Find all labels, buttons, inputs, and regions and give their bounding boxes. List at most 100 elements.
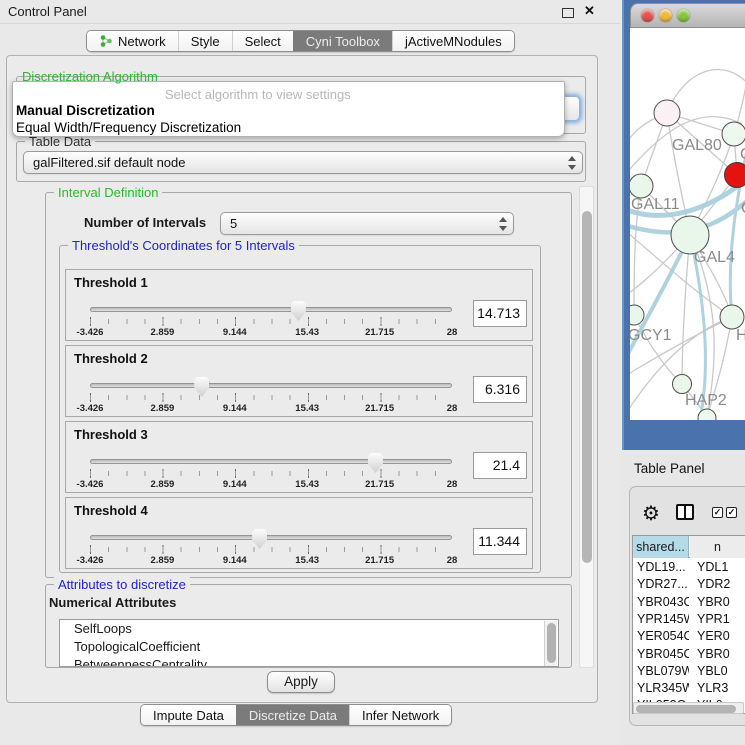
table-row[interactable]: YBR045CYBR0	[633, 646, 745, 663]
table-data-group: Table Data galFiltered.sif default node	[16, 141, 586, 182]
table-horizontal-scrollbar[interactable]	[633, 702, 744, 714]
slider-track[interactable]	[90, 459, 452, 464]
network-node-red-selected[interactable]	[725, 163, 745, 188]
cell-name: YLR3	[697, 680, 745, 697]
table-row[interactable]: YDR27...YDR2	[633, 576, 745, 593]
table-row[interactable]: YBR043CYBR0	[633, 594, 745, 611]
cell-name: YDL1	[697, 559, 745, 576]
list-item-betweennesscentrality[interactable]: BetweennessCentrality	[60, 656, 558, 667]
tab-select[interactable]: Select	[232, 31, 293, 51]
tab-impute-data[interactable]: Impute Data	[141, 705, 236, 725]
threshold-3-slider[interactable]: -3.426 2.859 9.144 15.43 21.715 28	[90, 456, 452, 492]
threshold-1-slider[interactable]: -3.426 2.859 9.144 15.43 21.715 28	[90, 304, 452, 340]
node-label-c-partial: C	[741, 200, 745, 217]
slider-track[interactable]	[90, 307, 452, 312]
network-window-titlebar[interactable]	[630, 3, 745, 28]
tab-jactivemnodules-label: jActiveMNodules	[405, 34, 502, 49]
threshold-4-value[interactable]: 11.344	[473, 528, 527, 555]
tick-label: 2.859	[151, 479, 175, 490]
list-scrollbar-thumb[interactable]	[547, 623, 556, 663]
tick-label: 9.144	[223, 555, 247, 566]
tick-label: 15.43	[295, 403, 319, 414]
tab-discretize-data-label: Discretize Data	[249, 708, 337, 723]
list-item-selfloops[interactable]: SelfLoops	[60, 620, 558, 638]
threshold-4-slider[interactable]: -3.426 2.859 9.144 15.43 21.715 28	[90, 532, 452, 568]
column-header-name[interactable]: n	[690, 536, 745, 558]
network-node-gal80[interactable]	[654, 100, 680, 126]
stepper-icon	[498, 217, 506, 231]
threshold-3-value[interactable]: 21.4	[473, 452, 527, 479]
threshold-4-label: Threshold 4	[74, 503, 148, 518]
tab-style[interactable]: Style	[178, 31, 232, 51]
cell-name: YER0	[697, 628, 745, 645]
gear-icon[interactable]: ⚙	[642, 501, 660, 526]
cell-shared-name: YBR043C	[637, 594, 689, 611]
slider-track[interactable]	[90, 535, 452, 540]
tab-discretize-data[interactable]: Discretize Data	[236, 705, 349, 725]
table-row[interactable]: YER054CYER0	[633, 628, 745, 645]
float-window-icon[interactable]	[562, 8, 574, 18]
tab-network-label: Network	[118, 34, 166, 49]
network-canvas[interactable]: GAL80 G C GAL11 GAL4 GCY1 H HAP2	[630, 28, 745, 420]
node-label-gal4: GAL4	[694, 249, 735, 266]
table-row[interactable]: YLR345WYLR3	[633, 680, 745, 697]
network-node-gcy1[interactable]	[630, 305, 644, 325]
network-node-h[interactable]	[720, 305, 744, 329]
interval-definition-group: Interval Definition Number of Intervals …	[45, 192, 572, 578]
dropdown-option-manual-discretization[interactable]: Manual Discretization	[16, 103, 155, 118]
table-horizontal-scrollbar-thumb[interactable]	[636, 705, 736, 713]
table-data-value: galFiltered.sif default node	[33, 155, 185, 170]
zoom-traffic-light[interactable]	[677, 9, 690, 22]
node-attribute-table: shared... n YDL19...YDL1 YDR27...YDR2 YB…	[632, 535, 745, 714]
tick-label: 2.859	[151, 403, 175, 414]
tick-label: 28	[447, 403, 458, 414]
close-icon[interactable]: ✕	[584, 3, 595, 19]
tab-jactivemnodules[interactable]: jActiveMNodules	[392, 31, 514, 51]
table-data-combobox[interactable]: galFiltered.sif default node	[23, 151, 583, 174]
tab-network[interactable]: Network	[87, 31, 178, 51]
checkbox-icon[interactable]: ✓	[726, 507, 737, 518]
node-label-g-partial: G	[740, 146, 745, 163]
threshold-2-value[interactable]: 6.316	[473, 376, 527, 403]
slider-minor-ticks	[90, 395, 453, 400]
threshold-3-panel: Threshold 3 -3.426 2.859 9.144 15.43 21.…	[65, 421, 533, 493]
network-node-hap2[interactable]	[673, 375, 692, 394]
tab-impute-data-label: Impute Data	[153, 708, 224, 723]
threshold-1-panel: Threshold 1 -3.426 2.859 9.144 15.43 21.…	[65, 269, 533, 341]
tab-infer-network[interactable]: Infer Network	[349, 705, 451, 725]
columns-icon[interactable]	[676, 504, 694, 520]
algorithm-dropdown-popup: Select algorithm to view settings Manual…	[12, 81, 565, 137]
cell-shared-name: YDR27...	[637, 576, 689, 593]
threshold-1-value[interactable]: 14.713	[473, 300, 527, 327]
threshold-3-label: Threshold 3	[74, 427, 148, 442]
numerical-attributes-list: SelfLoops TopologicalCoefficient Between…	[59, 619, 559, 667]
network-node-top-right[interactable]	[722, 122, 745, 146]
node-label-hap2: HAP2	[685, 392, 727, 409]
control-panel-title: Control Panel	[8, 4, 87, 19]
apply-button[interactable]: Apply	[267, 671, 335, 693]
tick-label: 28	[447, 555, 458, 566]
table-row[interactable]: YPR145WYPR1	[633, 611, 745, 628]
dropdown-option-equal-width-frequency[interactable]: Equal Width/Frequency Discretization	[16, 120, 241, 135]
slider-track[interactable]	[90, 383, 452, 388]
stepper-icon	[567, 156, 575, 170]
list-item-topologicalcoefficient[interactable]: TopologicalCoefficient	[60, 638, 558, 656]
tick-label: -3.426	[77, 555, 104, 566]
list-scrollbar[interactable]	[544, 621, 557, 667]
tick-label: 28	[447, 479, 458, 490]
panel-scrollbar-thumb[interactable]	[582, 211, 592, 563]
column-header-shared-name[interactable]: shared...	[633, 536, 689, 558]
tab-cyni-toolbox[interactable]: Cyni Toolbox	[293, 31, 392, 51]
close-traffic-light[interactable]	[641, 9, 654, 22]
tick-label: 9.144	[223, 327, 247, 338]
table-row[interactable]: YDL19...YDL1	[633, 559, 745, 576]
panel-scrollbar[interactable]	[579, 186, 594, 668]
network-node-gal11[interactable]	[630, 174, 653, 198]
checkbox-icon[interactable]: ✓	[712, 507, 723, 518]
number-of-intervals-combobox[interactable]: 5	[220, 212, 514, 235]
minimize-traffic-light[interactable]	[659, 9, 672, 22]
threshold-2-slider[interactable]: -3.426 2.859 9.144 15.43 21.715 28	[90, 380, 452, 416]
table-row[interactable]: YBL079WYBL0	[633, 663, 745, 680]
discretization-algorithm-group-title: Discretization Algorithm	[22, 69, 158, 84]
cell-shared-name: YPR145W	[637, 611, 689, 628]
